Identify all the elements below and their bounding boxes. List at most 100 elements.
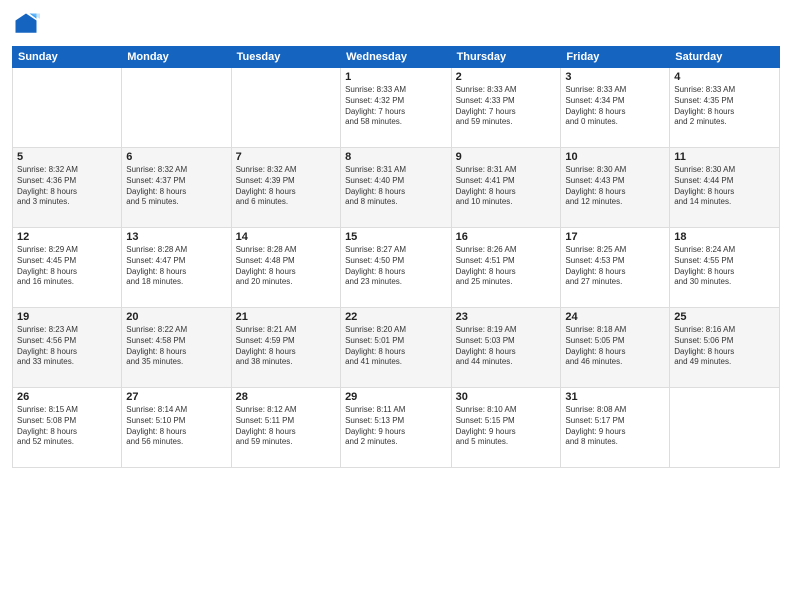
calendar-cell: 3 Sunrise: 8:33 AM Sunset: 4:34 PM Daylig… (561, 68, 670, 148)
day-info: Sunrise: 8:11 AM Sunset: 5:13 PM Dayligh… (345, 405, 447, 448)
day-info: Sunrise: 8:18 AM Sunset: 5:05 PM Dayligh… (565, 325, 665, 368)
day-number: 13 (126, 231, 226, 243)
day-number: 10 (565, 151, 665, 163)
day-number: 11 (674, 151, 775, 163)
calendar-cell: 5 Sunrise: 8:32 AM Sunset: 4:36 PM Daylig… (13, 148, 122, 228)
calendar-cell: 27 Sunrise: 8:14 AM Sunset: 5:10 PM Dayli… (122, 388, 231, 468)
calendar-header-row: SundayMondayTuesdayWednesdayThursdayFrid… (13, 47, 780, 68)
day-number: 5 (17, 151, 117, 163)
calendar: SundayMondayTuesdayWednesdayThursdayFrid… (12, 46, 780, 468)
day-info: Sunrise: 8:19 AM Sunset: 5:03 PM Dayligh… (456, 325, 557, 368)
day-info: Sunrise: 8:15 AM Sunset: 5:08 PM Dayligh… (17, 405, 117, 448)
calendar-cell: 24 Sunrise: 8:18 AM Sunset: 5:05 PM Dayli… (561, 308, 670, 388)
day-info: Sunrise: 8:16 AM Sunset: 5:06 PM Dayligh… (674, 325, 775, 368)
day-info: Sunrise: 8:20 AM Sunset: 5:01 PM Dayligh… (345, 325, 447, 368)
calendar-cell (670, 388, 780, 468)
calendar-cell (122, 68, 231, 148)
calendar-cell: 4Sunrise: 8:33 AM Sunset: 4:35 PM Daylig… (670, 68, 780, 148)
calendar-cell: 28 Sunrise: 8:12 AM Sunset: 5:11 PM Dayli… (231, 388, 340, 468)
calendar-cell (13, 68, 122, 148)
calendar-week-row: 1 Sunrise: 8:33 AM Sunset: 4:32 PM Daylig… (13, 68, 780, 148)
day-number: 12 (17, 231, 117, 243)
day-number: 18 (674, 231, 775, 243)
logo (12, 10, 44, 38)
day-number: 1 (345, 71, 447, 83)
day-info: Sunrise: 8:23 AM Sunset: 4:56 PM Dayligh… (17, 325, 117, 368)
calendar-header-thursday: Thursday (451, 47, 561, 68)
day-number: 29 (345, 391, 447, 403)
calendar-header-monday: Monday (122, 47, 231, 68)
calendar-cell: 10 Sunrise: 8:30 AM Sunset: 4:43 PM Dayli… (561, 148, 670, 228)
calendar-cell: 7 Sunrise: 8:32 AM Sunset: 4:39 PM Daylig… (231, 148, 340, 228)
calendar-header-saturday: Saturday (670, 47, 780, 68)
day-info: Sunrise: 8:26 AM Sunset: 4:51 PM Dayligh… (456, 245, 557, 288)
calendar-week-row: 26Sunrise: 8:15 AM Sunset: 5:08 PM Dayli… (13, 388, 780, 468)
calendar-cell: 17 Sunrise: 8:25 AM Sunset: 4:53 PM Dayli… (561, 228, 670, 308)
day-info: Sunrise: 8:30 AM Sunset: 4:44 PM Dayligh… (674, 165, 775, 208)
day-number: 8 (345, 151, 447, 163)
day-info: Sunrise: 8:33 AM Sunset: 4:32 PM Dayligh… (345, 85, 447, 128)
calendar-cell: 19 Sunrise: 8:23 AM Sunset: 4:56 PM Dayli… (13, 308, 122, 388)
day-number: 24 (565, 311, 665, 323)
day-number: 25 (674, 311, 775, 323)
day-info: Sunrise: 8:14 AM Sunset: 5:10 PM Dayligh… (126, 405, 226, 448)
day-number: 2 (456, 71, 557, 83)
calendar-cell: 16 Sunrise: 8:26 AM Sunset: 4:51 PM Dayli… (451, 228, 561, 308)
day-info: Sunrise: 8:10 AM Sunset: 5:15 PM Dayligh… (456, 405, 557, 448)
logo-icon (12, 10, 40, 38)
calendar-header-sunday: Sunday (13, 47, 122, 68)
calendar-cell: 9 Sunrise: 8:31 AM Sunset: 4:41 PM Daylig… (451, 148, 561, 228)
calendar-cell: 13 Sunrise: 8:28 AM Sunset: 4:47 PM Dayli… (122, 228, 231, 308)
day-number: 31 (565, 391, 665, 403)
calendar-cell: 14 Sunrise: 8:28 AM Sunset: 4:48 PM Dayli… (231, 228, 340, 308)
calendar-cell: 20 Sunrise: 8:22 AM Sunset: 4:58 PM Dayli… (122, 308, 231, 388)
calendar-cell: 30 Sunrise: 8:10 AM Sunset: 5:15 PM Dayli… (451, 388, 561, 468)
header (12, 10, 780, 38)
day-info: Sunrise: 8:32 AM Sunset: 4:37 PM Dayligh… (126, 165, 226, 208)
calendar-cell: 1 Sunrise: 8:33 AM Sunset: 4:32 PM Daylig… (341, 68, 452, 148)
day-info: Sunrise: 8:12 AM Sunset: 5:11 PM Dayligh… (236, 405, 336, 448)
day-number: 3 (565, 71, 665, 83)
day-number: 6 (126, 151, 226, 163)
calendar-cell: 6 Sunrise: 8:32 AM Sunset: 4:37 PM Daylig… (122, 148, 231, 228)
day-number: 16 (456, 231, 557, 243)
day-info: Sunrise: 8:22 AM Sunset: 4:58 PM Dayligh… (126, 325, 226, 368)
day-number: 21 (236, 311, 336, 323)
day-number: 9 (456, 151, 557, 163)
day-info: Sunrise: 8:31 AM Sunset: 4:41 PM Dayligh… (456, 165, 557, 208)
day-number: 27 (126, 391, 226, 403)
day-info: Sunrise: 8:33 AM Sunset: 4:34 PM Dayligh… (565, 85, 665, 128)
day-number: 19 (17, 311, 117, 323)
day-number: 30 (456, 391, 557, 403)
day-info: Sunrise: 8:25 AM Sunset: 4:53 PM Dayligh… (565, 245, 665, 288)
day-info: Sunrise: 8:33 AM Sunset: 4:33 PM Dayligh… (456, 85, 557, 128)
day-number: 22 (345, 311, 447, 323)
calendar-header-tuesday: Tuesday (231, 47, 340, 68)
day-number: 7 (236, 151, 336, 163)
calendar-cell: 21Sunrise: 8:21 AM Sunset: 4:59 PM Dayli… (231, 308, 340, 388)
calendar-cell: 31Sunrise: 8:08 AM Sunset: 5:17 PM Dayli… (561, 388, 670, 468)
calendar-cell: 25 Sunrise: 8:16 AM Sunset: 5:06 PM Dayli… (670, 308, 780, 388)
day-info: Sunrise: 8:28 AM Sunset: 4:48 PM Dayligh… (236, 245, 336, 288)
day-number: 17 (565, 231, 665, 243)
calendar-cell: 29 Sunrise: 8:11 AM Sunset: 5:13 PM Dayli… (341, 388, 452, 468)
day-number: 15 (345, 231, 447, 243)
day-info: Sunrise: 8:32 AM Sunset: 4:36 PM Dayligh… (17, 165, 117, 208)
day-number: 14 (236, 231, 336, 243)
day-info: Sunrise: 8:27 AM Sunset: 4:50 PM Dayligh… (345, 245, 447, 288)
calendar-cell: 12Sunrise: 8:29 AM Sunset: 4:45 PM Dayli… (13, 228, 122, 308)
day-number: 28 (236, 391, 336, 403)
day-info: Sunrise: 8:30 AM Sunset: 4:43 PM Dayligh… (565, 165, 665, 208)
day-info: Sunrise: 8:32 AM Sunset: 4:39 PM Dayligh… (236, 165, 336, 208)
day-number: 4 (674, 71, 775, 83)
day-number: 23 (456, 311, 557, 323)
calendar-cell: 2 Sunrise: 8:33 AM Sunset: 4:33 PM Daylig… (451, 68, 561, 148)
calendar-cell: 23 Sunrise: 8:19 AM Sunset: 5:03 PM Dayli… (451, 308, 561, 388)
calendar-cell: 15 Sunrise: 8:27 AM Sunset: 4:50 PM Dayli… (341, 228, 452, 308)
calendar-week-row: 5 Sunrise: 8:32 AM Sunset: 4:36 PM Daylig… (13, 148, 780, 228)
calendar-cell (231, 68, 340, 148)
day-number: 20 (126, 311, 226, 323)
day-info: Sunrise: 8:28 AM Sunset: 4:47 PM Dayligh… (126, 245, 226, 288)
calendar-week-row: 12Sunrise: 8:29 AM Sunset: 4:45 PM Dayli… (13, 228, 780, 308)
calendar-cell: 18Sunrise: 8:24 AM Sunset: 4:55 PM Dayli… (670, 228, 780, 308)
